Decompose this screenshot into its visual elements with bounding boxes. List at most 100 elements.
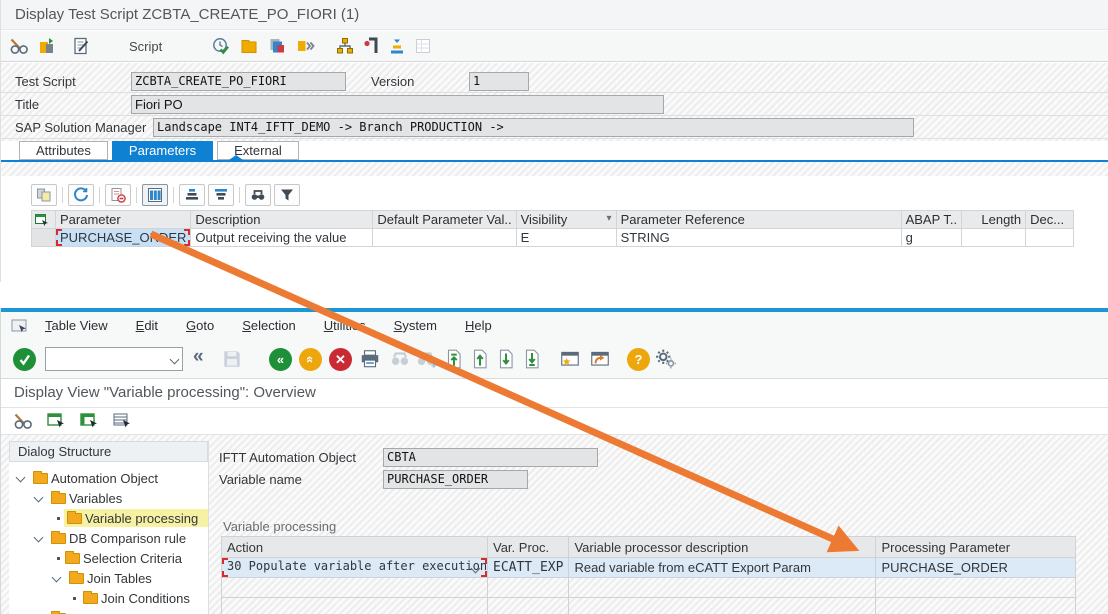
col-processing-parameter[interactable]: Processing Parameter	[876, 537, 1076, 558]
display-change-icon[interactable]	[9, 36, 29, 56]
cell-var-proc[interactable]	[488, 578, 569, 598]
col-length[interactable]: Length	[962, 211, 1026, 229]
cancel-icon[interactable]: ✕	[329, 348, 352, 371]
cell-processing-parameter[interactable]	[876, 578, 1076, 598]
command-field[interactable]	[48, 350, 163, 368]
hierarchy-icon[interactable]	[335, 36, 355, 56]
solution-manager-field[interactable]: Landscape INT4_IFTT_DEMO -> Branch PRODU…	[153, 118, 914, 137]
sort-ascending-icon[interactable]	[179, 184, 205, 206]
menu-selection[interactable]: Selection	[242, 318, 295, 333]
tab-attributes[interactable]: Attributes	[19, 141, 108, 160]
versions-icon[interactable]	[387, 36, 407, 56]
cell-parameter-reference[interactable]: STRING	[616, 229, 901, 247]
menu-goto[interactable]: Goto	[186, 318, 214, 333]
tree-item-join-conditions[interactable]: Join Conditions	[9, 588, 208, 608]
choose-all-icon[interactable]	[79, 411, 99, 431]
col-action[interactable]: Action	[222, 537, 488, 558]
system-menu-icon[interactable]	[11, 318, 31, 334]
tab-parameters[interactable]: Parameters	[112, 141, 213, 160]
menu-system[interactable]: System	[394, 318, 437, 333]
cell-default-value[interactable]	[373, 229, 516, 247]
enter-icon[interactable]	[13, 348, 36, 371]
chevron-down-icon[interactable]	[34, 533, 44, 543]
cell-var-proc[interactable]: ECATT_EXP	[488, 558, 569, 578]
title-field[interactable]: Fiori PO	[131, 95, 664, 114]
tree-item-automation-object[interactable]: Automation Object	[9, 468, 208, 488]
automation-object-field[interactable]: CBTA	[383, 448, 598, 467]
cell-processing-parameter[interactable]	[876, 598, 1076, 614]
variable-name-field[interactable]: PURCHASE_ORDER	[383, 470, 528, 489]
cell-parameter[interactable]: PURCHASE_ORDER	[56, 229, 191, 247]
cell-length[interactable]	[962, 229, 1026, 247]
display-change-icon[interactable]	[13, 411, 33, 431]
details-list-icon[interactable]	[112, 411, 132, 431]
tree-item-selection-criteria[interactable]: Selection Criteria	[9, 548, 208, 568]
script-button[interactable]: Script	[129, 39, 162, 54]
cell-var-proc[interactable]	[488, 598, 569, 614]
copy-pages-icon[interactable]	[267, 36, 287, 56]
cell-description[interactable]: Output receiving the value	[191, 229, 373, 247]
chevron-down-icon[interactable]	[170, 355, 180, 365]
col-decimals[interactable]: Dec...	[1026, 211, 1074, 229]
copy-icon[interactable]	[37, 36, 57, 56]
column-settings-icon[interactable]	[142, 184, 168, 206]
col-visibility[interactable]: Visibility▾	[516, 211, 616, 229]
page-up-icon[interactable]	[469, 348, 491, 370]
cell-processor-description[interactable]	[569, 578, 876, 598]
menu-help[interactable]: Help	[465, 318, 492, 333]
split-icon[interactable]	[295, 36, 315, 56]
cell-processor-description[interactable]: Read variable from eCATT Export Param	[569, 558, 876, 578]
filter-icon[interactable]	[274, 184, 300, 206]
menu-table-view[interactable]: Table View	[45, 318, 108, 333]
print-icon[interactable]	[359, 348, 381, 370]
menu-utilities[interactable]: Utilities	[324, 318, 366, 333]
col-default-value[interactable]: Default Parameter Val..	[373, 211, 516, 229]
col-description[interactable]: Description	[191, 211, 373, 229]
chevron-down-icon[interactable]	[16, 473, 26, 483]
cell-processing-parameter[interactable]: PURCHASE_ORDER	[876, 558, 1076, 578]
cell-visibility[interactable]: E	[516, 229, 616, 247]
where-used-icon[interactable]	[361, 36, 381, 56]
test-script-field[interactable]: ZCBTA_CREATE_PO_FIORI	[131, 72, 346, 91]
col-abap-type[interactable]: ABAP T..	[901, 211, 962, 229]
last-page-icon[interactable]	[521, 348, 543, 370]
first-page-icon[interactable]	[443, 348, 465, 370]
col-parameter[interactable]: Parameter	[56, 211, 191, 229]
details-icon[interactable]	[31, 184, 57, 206]
help-icon[interactable]: ?	[627, 348, 650, 371]
page-down-icon[interactable]	[495, 348, 517, 370]
col-processor-description[interactable]: Variable processor description	[569, 537, 876, 558]
refresh-icon[interactable]	[68, 184, 94, 206]
back-icon[interactable]: «	[269, 348, 292, 371]
execute-check-icon[interactable]	[211, 36, 231, 56]
exit-icon[interactable]: «	[299, 348, 322, 371]
menu-edit[interactable]: Edit	[136, 318, 158, 333]
cell-abap-type[interactable]: g	[901, 229, 962, 247]
cell-processor-description[interactable]	[569, 598, 876, 614]
tree-item-variables[interactable]: Variables	[9, 488, 208, 508]
tree-item-partial[interactable]	[9, 608, 208, 614]
edit-icon[interactable]	[71, 36, 91, 56]
tree-item-join-tables[interactable]: Join Tables	[9, 568, 208, 588]
folder-icon[interactable]	[239, 36, 259, 56]
chevron-down-icon[interactable]	[52, 573, 62, 583]
cell-action[interactable]	[222, 578, 488, 598]
tree-item-variable-processing[interactable]: Variable processing	[9, 508, 208, 528]
choose-icon[interactable]	[46, 411, 66, 431]
sort-descending-icon[interactable]	[208, 184, 234, 206]
cell-action[interactable]	[222, 598, 488, 614]
chevron-down-icon[interactable]	[34, 493, 44, 503]
find-icon[interactable]	[245, 184, 271, 206]
action-dropdown[interactable]: 30 Populate variable after execution	[222, 558, 488, 578]
shortcut-icon[interactable]	[589, 348, 611, 370]
collapse-icon[interactable]: «	[193, 346, 204, 368]
cell-decimals[interactable]	[1026, 229, 1074, 247]
tree-item-db-comparison-rule[interactable]: DB Comparison rule	[9, 528, 208, 548]
col-parameter-reference[interactable]: Parameter Reference	[616, 211, 901, 229]
delete-row-icon[interactable]	[105, 184, 131, 206]
new-session-icon[interactable]	[559, 348, 581, 370]
select-all-icon[interactable]	[32, 211, 56, 229]
customize-icon[interactable]	[655, 348, 677, 370]
col-var-proc[interactable]: Var. Proc.	[488, 537, 569, 558]
version-field[interactable]: 1	[469, 72, 529, 91]
